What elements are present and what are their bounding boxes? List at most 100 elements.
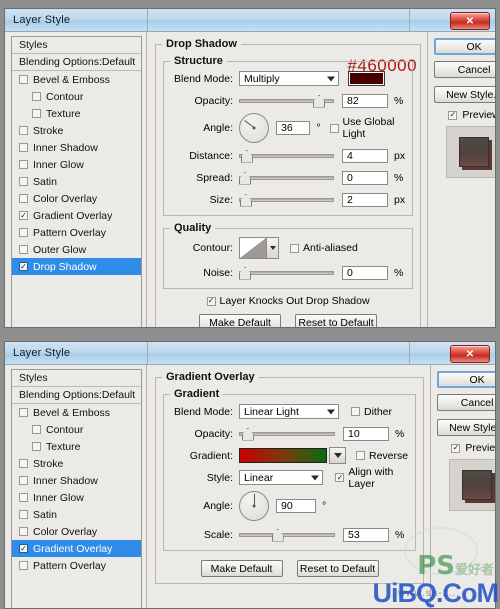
sidebar-item-inner-shadow[interactable]: Inner Shadow (12, 472, 141, 489)
slider-thumb[interactable] (271, 528, 284, 542)
sidebar-item-pattern-overlay[interactable]: Pattern Overlay (12, 224, 141, 241)
close-icon[interactable]: ✕ (450, 12, 490, 30)
checkbox-icon[interactable] (19, 143, 28, 152)
sidebar-item-outer-glow[interactable]: Outer Glow (12, 241, 141, 258)
slider-thumb[interactable] (239, 171, 251, 185)
make-default-button[interactable]: Make Default (199, 314, 282, 327)
use-global-light-checkbox[interactable]: Use Global Light (329, 116, 406, 140)
spread-slider[interactable] (239, 171, 334, 185)
gradient-dropdown-icon[interactable] (329, 447, 346, 464)
dither-checkbox[interactable]: Dither (351, 406, 392, 418)
preview-checkbox[interactable]: ✓ Preview (437, 442, 495, 454)
checkbox-icon[interactable] (19, 459, 28, 468)
checkbox-icon[interactable] (19, 527, 28, 536)
sidebar-item-contour[interactable]: Contour (12, 88, 141, 105)
sidebar-item-texture[interactable]: Texture (12, 438, 141, 455)
checkbox-icon[interactable] (19, 493, 28, 502)
sidebar-item-inner-glow[interactable]: Inner Glow (12, 156, 141, 173)
sidebar-item-gradient-overlay[interactable]: ✓ Gradient Overlay (12, 207, 141, 224)
checkbox-icon[interactable] (19, 510, 28, 519)
slider-thumb[interactable] (241, 427, 254, 441)
sidebar-item-blending-options[interactable]: Blending Options:Default (12, 54, 141, 71)
sidebar-item-blending-options[interactable]: Blending Options:Default (12, 387, 141, 404)
distance-input[interactable]: 4 (342, 148, 388, 163)
layer-knocks-out-checkbox[interactable]: ✓ Layer Knocks Out Drop Shadow (206, 295, 370, 307)
angle-input[interactable]: 36 (276, 121, 311, 135)
checkbox-icon[interactable] (19, 245, 28, 254)
blend-mode-select[interactable]: Multiply (239, 71, 339, 86)
sidebar-item-satin[interactable]: Satin (12, 173, 141, 190)
slider-thumb[interactable] (240, 149, 253, 163)
ok-button[interactable]: OK (434, 38, 495, 55)
opacity-slider[interactable] (239, 94, 334, 108)
sidebar-item-stroke[interactable]: Stroke (12, 455, 141, 472)
checkbox-icon[interactable] (19, 561, 28, 570)
checkbox-icon[interactable] (19, 408, 28, 417)
cancel-button[interactable]: Cancel (437, 394, 495, 411)
sidebar-item-contour[interactable]: Contour (12, 421, 141, 438)
size-input[interactable]: 2 (342, 192, 388, 207)
sidebar-item-bevel-emboss[interactable]: Bevel & Emboss (12, 71, 141, 88)
reset-to-default-button[interactable]: Reset to Default (295, 314, 378, 327)
make-default-button[interactable]: Make Default (200, 560, 283, 577)
ok-button[interactable]: OK (437, 371, 495, 388)
angle-dial[interactable] (239, 113, 269, 143)
anti-aliased-checkbox[interactable]: Anti-aliased (290, 242, 358, 254)
dialog2-titlebar[interactable]: Layer Style ✕ (5, 342, 495, 365)
style-select[interactable]: Linear (239, 470, 324, 485)
slider-thumb[interactable] (239, 193, 252, 207)
checkbox-icon[interactable] (19, 160, 28, 169)
checkbox-icon[interactable] (19, 177, 28, 186)
opacity-input[interactable]: 10 (343, 426, 389, 441)
sidebar-item-inner-shadow[interactable]: Inner Shadow (12, 139, 141, 156)
sidebar-item-gradient-overlay[interactable]: ✓ Gradient Overlay (12, 540, 141, 557)
sidebar-item-color-overlay[interactable]: Color Overlay (12, 190, 141, 207)
noise-input[interactable]: 0 (342, 265, 388, 280)
dialog1-titlebar[interactable]: Layer Style ✕ (5, 9, 495, 32)
new-style-button[interactable]: New Style... (434, 86, 495, 103)
distance-slider[interactable] (239, 149, 334, 163)
angle-input[interactable]: 90 (276, 499, 316, 513)
checkbox-icon[interactable] (19, 228, 28, 237)
new-style-button[interactable]: New Style... (437, 419, 495, 436)
sidebar-item-color-overlay[interactable]: Color Overlay (12, 523, 141, 540)
noise-slider[interactable] (239, 266, 334, 280)
close-icon[interactable]: ✕ (450, 345, 490, 363)
size-slider[interactable] (239, 193, 334, 207)
sidebar-item-pattern-overlay[interactable]: Pattern Overlay (12, 557, 141, 574)
gradient-preview-bar[interactable] (239, 448, 327, 463)
reset-to-default-button[interactable]: Reset to Default (296, 560, 379, 577)
checkbox-icon[interactable] (19, 476, 28, 485)
spread-input[interactable]: 0 (342, 170, 388, 185)
checkbox-icon[interactable] (32, 425, 41, 434)
sidebar-item-texture[interactable]: Texture (12, 105, 141, 122)
checkbox-icon[interactable] (19, 126, 28, 135)
shadow-color-swatch[interactable] (348, 71, 385, 86)
checkbox-icon[interactable] (19, 75, 28, 84)
reverse-checkbox[interactable]: Reverse (356, 450, 408, 462)
preview-checkbox[interactable]: ✓ Preview (434, 109, 495, 121)
contour-preview-icon[interactable] (239, 237, 267, 259)
scale-slider[interactable] (239, 528, 335, 542)
checkbox-icon[interactable] (32, 92, 41, 101)
checkbox-icon[interactable] (32, 109, 41, 118)
checkbox-icon[interactable]: ✓ (19, 262, 28, 271)
sidebar-item-drop-shadow[interactable]: ✓ Drop Shadow (12, 258, 141, 275)
opacity-input[interactable]: 82 (342, 93, 388, 108)
sidebar-item-styles[interactable]: Styles (12, 370, 141, 387)
checkbox-icon[interactable] (32, 442, 41, 451)
slider-thumb[interactable] (313, 94, 326, 108)
blend-mode-select[interactable]: Linear Light (239, 404, 339, 419)
cancel-button[interactable]: Cancel (434, 61, 495, 78)
checkbox-icon[interactable]: ✓ (19, 211, 28, 220)
align-with-layer-checkbox[interactable]: ✓ Align with Layer (335, 466, 408, 490)
scale-input[interactable]: 53 (343, 527, 389, 542)
checkbox-icon[interactable]: ✓ (19, 544, 28, 553)
contour-dropdown-icon[interactable] (267, 237, 279, 259)
sidebar-item-styles[interactable]: Styles (12, 37, 141, 54)
sidebar-item-bevel-emboss[interactable]: Bevel & Emboss (12, 404, 141, 421)
angle-dial[interactable] (239, 491, 269, 521)
sidebar-item-satin[interactable]: Satin (12, 506, 141, 523)
checkbox-icon[interactable] (19, 194, 28, 203)
opacity-slider[interactable] (239, 427, 335, 441)
